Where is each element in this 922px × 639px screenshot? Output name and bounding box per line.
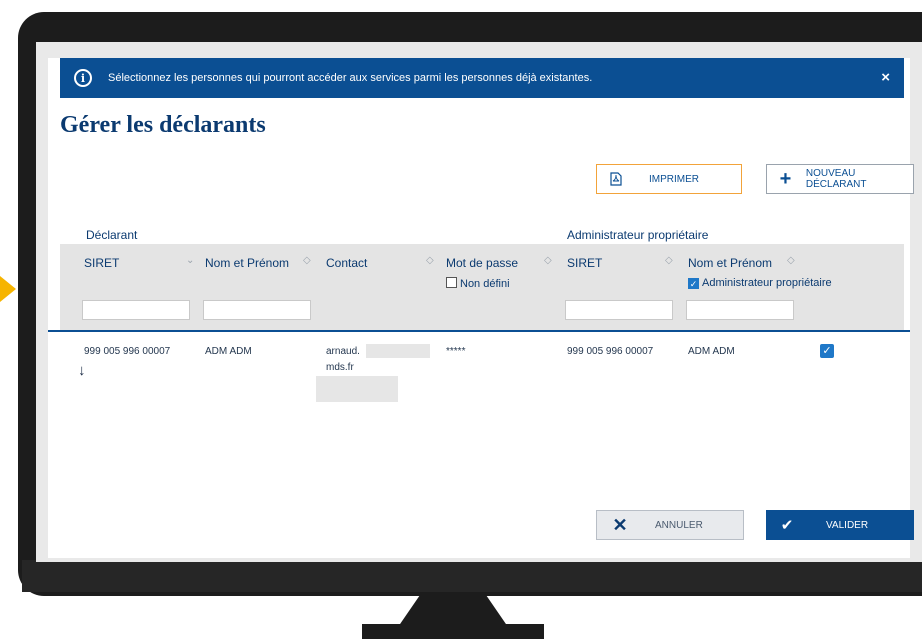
group-label-admin: Administrateur propriétaire: [567, 228, 709, 242]
siret-filter-input[interactable]: [82, 300, 190, 320]
print-button[interactable]: IMPRIMER: [596, 164, 742, 194]
checkmark-icon: ✔: [780, 517, 794, 534]
cancel-button[interactable]: ✕ ANNULER: [596, 510, 744, 540]
close-x-icon: ✕: [612, 514, 628, 535]
sort-icon[interactable]: ◇: [665, 255, 673, 266]
plus-icon: +: [779, 167, 792, 190]
page-title: Gérer les déclarants: [60, 112, 266, 138]
admin-siret-filter-input[interactable]: [565, 300, 673, 320]
column-header-admin-nom-prenom[interactable]: Nom et Prénom: [688, 256, 772, 270]
close-icon[interactable]: ×: [881, 69, 890, 86]
print-button-label: IMPRIMER: [649, 173, 699, 185]
table-header: SIRET ⌄ Nom et Prénom ◇ Contact ◇ Mot de…: [60, 244, 904, 330]
sort-icon[interactable]: ◇: [303, 255, 311, 266]
cell-contact-line2: mds.fr: [326, 362, 354, 373]
redacted-contact-part: [366, 344, 430, 358]
cell-siret: 999 005 996 00007: [84, 346, 171, 357]
redacted-contact-block: [316, 376, 398, 402]
admin-proprietaire-filter[interactable]: ✓ Administrateur propriétaire: [688, 277, 832, 289]
new-declarant-button-label: NOUVEAU DÉCLARANT: [805, 168, 867, 190]
non-defini-filter[interactable]: Non défini: [446, 277, 510, 290]
group-label-declarant: Déclarant: [86, 228, 138, 242]
sort-icon[interactable]: ◇: [787, 255, 795, 266]
admin-nom-prenom-filter-input[interactable]: [686, 300, 794, 320]
arrow-down-icon[interactable]: ↓: [78, 362, 86, 379]
column-header-contact[interactable]: Contact: [326, 256, 367, 270]
cell-admin-nom-prenom: ADM ADM: [688, 346, 735, 357]
non-defini-label: Non défini: [460, 278, 510, 290]
admin-proprietaire-row-checkbox[interactable]: ✓: [820, 344, 834, 358]
yellow-pointer-arrow: [0, 276, 16, 302]
cell-nom-prenom: ADM ADM: [205, 346, 252, 357]
non-defini-checkbox[interactable]: [446, 277, 457, 288]
sort-desc-icon[interactable]: ⌄: [186, 255, 194, 266]
table-header-divider: [48, 330, 910, 332]
column-header-mot-de-passe[interactable]: Mot de passe: [446, 256, 518, 270]
cell-admin-siret: 999 005 996 00007: [567, 346, 654, 357]
column-header-nom-prenom[interactable]: Nom et Prénom: [205, 256, 289, 270]
monitor-chin: [22, 560, 922, 592]
info-icon: i: [74, 69, 92, 87]
sort-icon[interactable]: ◇: [544, 255, 552, 266]
nom-prenom-filter-input[interactable]: [203, 300, 311, 320]
column-header-siret[interactable]: SIRET: [84, 256, 119, 270]
cancel-button-label: ANNULER: [655, 519, 703, 531]
admin-proprietaire-label: Administrateur propriétaire: [702, 277, 832, 289]
info-banner: i Sélectionnez les personnes qui pourron…: [60, 58, 904, 98]
sort-icon[interactable]: ◇: [426, 255, 434, 266]
cell-mot-de-passe: *****: [446, 346, 466, 357]
pdf-icon: [605, 172, 627, 186]
admin-proprietaire-checkbox[interactable]: ✓: [688, 278, 699, 289]
banner-message: Sélectionnez les personnes qui pourront …: [108, 72, 593, 84]
validate-button[interactable]: ✔ VALIDER: [766, 510, 914, 540]
manage-declarants-modal: i Sélectionnez les personnes qui pourron…: [48, 58, 914, 558]
monitor-stand-base: [362, 624, 544, 639]
cell-contact-line1: arnaud.: [326, 346, 360, 357]
new-declarant-button[interactable]: + NOUVEAU DÉCLARANT: [766, 164, 914, 194]
monitor-screen: i Sélectionnez les personnes qui pourron…: [36, 42, 922, 562]
validate-button-label: VALIDER: [826, 519, 869, 531]
monitor-stand-neck: [398, 595, 508, 627]
column-header-admin-siret[interactable]: SIRET: [567, 256, 602, 270]
